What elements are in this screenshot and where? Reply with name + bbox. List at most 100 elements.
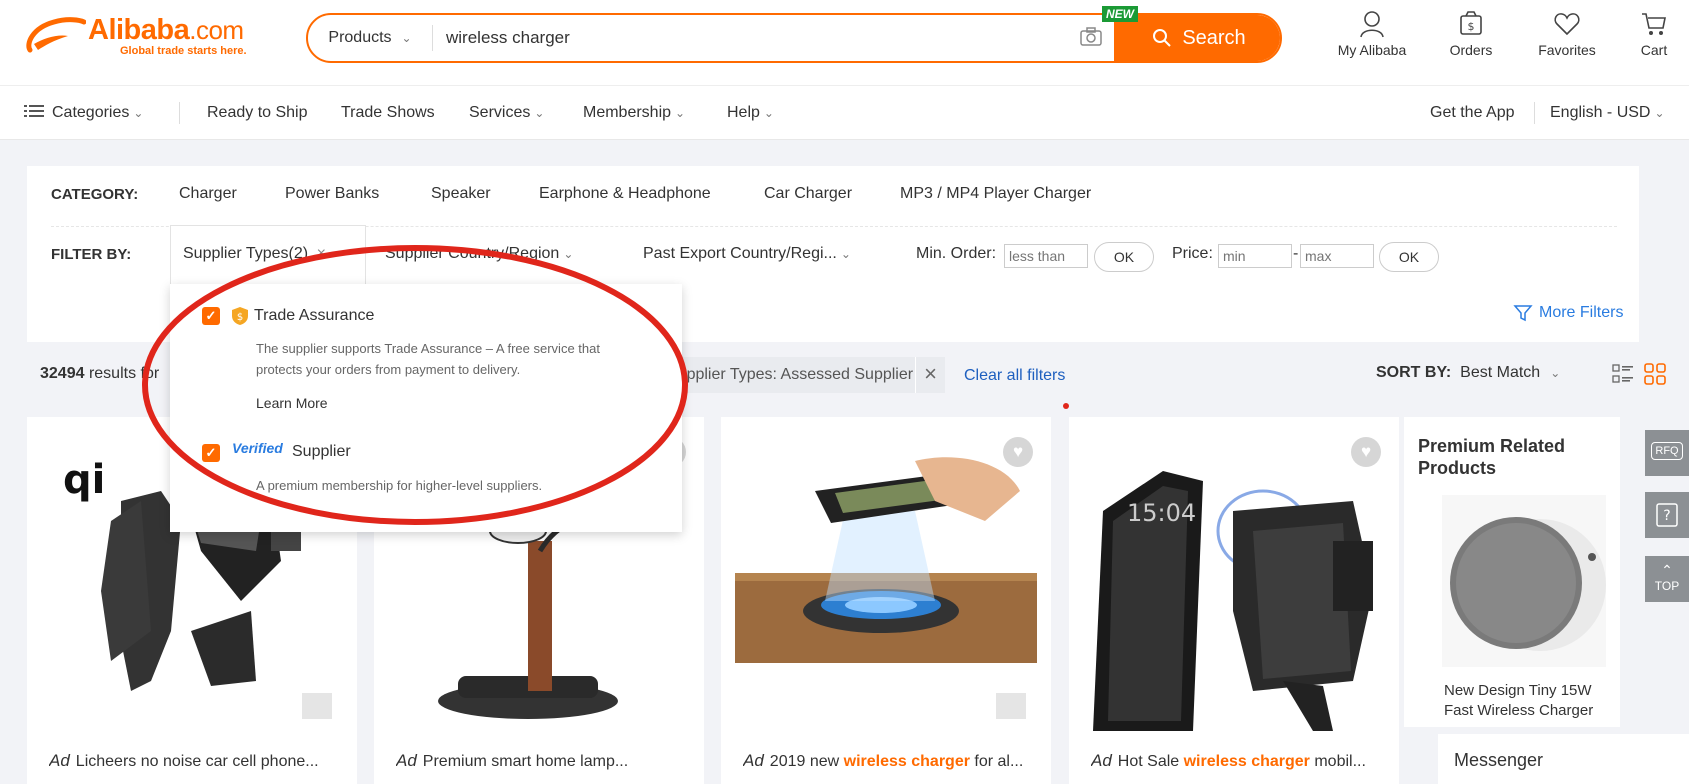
video-icon (302, 693, 332, 719)
nav-services-label: Services (469, 104, 531, 121)
premium-product-name[interactable]: New Design Tiny 15W Fast Wireless Charge… (1444, 681, 1624, 721)
svg-text:15:04: 15:04 (1127, 499, 1196, 527)
grid-view-icon[interactable] (1644, 363, 1666, 385)
orders-link[interactable]: $ Orders (1431, 10, 1511, 58)
category-car-charger[interactable]: Car Charger (764, 185, 852, 203)
camera-icon[interactable] (1080, 27, 1102, 47)
header: Alibaba.com Global trade starts here. Pr… (0, 0, 1689, 86)
logo-tagline: Global trade starts here. (120, 45, 247, 57)
learn-more-link[interactable]: Learn More (256, 395, 328, 411)
product-title[interactable]: Ad 2019 new wireless charger for al... (743, 751, 1043, 771)
language-currency-select[interactable]: English - USD ⌄ (1550, 104, 1665, 122)
category-label: CATEGORY: (51, 186, 139, 203)
verified-supplier-description: A premium membership for higher-level su… (256, 478, 543, 493)
messenger-panel[interactable]: Messenger (1438, 734, 1689, 784)
nav-help-label: Help (727, 104, 760, 121)
language-currency-label: English - USD (1550, 104, 1651, 121)
product-title[interactable]: Ad Premium smart home lamp... (396, 751, 696, 771)
min-order-label: Min. Order: (916, 245, 997, 262)
back-to-top-label: TOP (1654, 579, 1680, 593)
nav-help[interactable]: Help ⌄ (727, 104, 774, 122)
more-filters-link[interactable]: More Filters (1513, 303, 1623, 323)
category-charger[interactable]: Charger (179, 185, 237, 203)
product-card[interactable]: 15:04 ♥ Ad Hot Sale wireless charger mobi… (1069, 417, 1399, 784)
clear-all-filters-link[interactable]: Clear all filters (964, 367, 1065, 385)
trade-assurance-shield-icon: $ (232, 307, 248, 325)
get-the-app-link[interactable]: Get the App (1430, 104, 1515, 122)
verified-logo: Verified (232, 440, 283, 456)
favorite-heart-icon[interactable]: ♥ (1003, 437, 1033, 467)
help-tool[interactable]: ? (1645, 492, 1689, 538)
favorite-heart-icon[interactable]: ♥ (1351, 437, 1381, 467)
sort-by-select[interactable]: SORT BY: Best Match ⌄ (1376, 364, 1560, 382)
heart-icon (1554, 13, 1580, 36)
chevron-down-icon: ⌄ (563, 247, 574, 261)
search-category-label: Products (328, 29, 392, 46)
price-max-input[interactable] (1300, 244, 1374, 268)
premium-product-image[interactable] (1442, 495, 1606, 667)
close-icon[interactable]: × (317, 245, 326, 262)
search-button[interactable]: Search (1114, 15, 1280, 61)
alibaba-logo-mark-icon (26, 17, 86, 53)
svg-text:?: ? (1663, 508, 1670, 524)
category-mp3-mp4-charger[interactable]: MP3 / MP4 Player Charger (900, 185, 1091, 203)
product-title[interactable]: Ad Hot Sale wireless charger mobil... (1091, 751, 1391, 771)
back-to-top-tool[interactable]: ⌃ TOP (1645, 556, 1689, 602)
nav-membership-label: Membership (583, 104, 672, 121)
price-ok-button[interactable]: OK (1379, 242, 1439, 272)
chevron-down-icon: ⌄ (1654, 106, 1665, 120)
min-order-ok-button[interactable]: OK (1094, 242, 1154, 272)
nav-categories[interactable]: Categories ⌄ (24, 104, 143, 122)
min-order-input[interactable] (1004, 244, 1088, 268)
product-image-desk-wireless-charger (735, 457, 1037, 663)
nav-ready-to-ship[interactable]: Ready to Ship (207, 104, 308, 122)
cart-label: Cart (1640, 42, 1668, 58)
nav-trade-shows[interactable]: Trade Shows (341, 104, 435, 122)
question-icon: ? (1656, 503, 1678, 527)
rfq-tool[interactable]: RFQ (1645, 430, 1689, 476)
results-count: 32494 results for (40, 365, 160, 382)
nav-membership[interactable]: Membership ⌄ (583, 104, 685, 122)
red-dot-marker (1063, 403, 1069, 409)
supplier-country-filter[interactable]: Supplier Country/Region ⌄ (385, 245, 573, 263)
search-icon (1153, 29, 1172, 47)
product-card[interactable]: ♥ Ad 2019 new wireless charger for al... (721, 417, 1051, 784)
svg-text:$: $ (237, 312, 243, 323)
trade-assurance-checkbox[interactable]: ✓ (202, 307, 220, 325)
funnel-icon (1513, 305, 1533, 322)
favorites-link[interactable]: Favorites (1527, 10, 1607, 58)
more-filters-label: More Filters (1539, 304, 1624, 321)
verified-supplier-checkbox[interactable]: ✓ (202, 444, 220, 462)
logo-wordmark: Alibaba.com (88, 14, 244, 46)
premium-related-products: Premium Related Products New Design Tiny… (1404, 417, 1620, 727)
cart-link[interactable]: Cart (1614, 10, 1689, 58)
chevron-down-icon: ⌄ (534, 106, 545, 120)
close-icon[interactable]: × (915, 357, 945, 393)
cart-icon (1642, 13, 1666, 35)
sort-by-label: SORT BY: (1376, 364, 1452, 381)
category-earphone-headphone[interactable]: Earphone & Headphone (539, 185, 711, 203)
price-dash: - (1293, 245, 1299, 262)
category-power-banks[interactable]: Power Banks (285, 185, 379, 203)
rfq-icon: RFQ (1651, 442, 1683, 460)
past-export-filter[interactable]: Past Export Country/Regi... ⌄ (643, 245, 851, 263)
nav-divider (1534, 102, 1535, 124)
nav-services[interactable]: Services ⌄ (469, 104, 544, 122)
supplier-types-dropdown: ✓ $ Trade Assurance The supplier support… (170, 284, 682, 532)
chevron-down-icon: ⌄ (763, 106, 774, 120)
svg-text:$: $ (1468, 20, 1475, 33)
category-speaker[interactable]: Speaker (431, 185, 491, 203)
list-view-icon[interactable] (1612, 363, 1634, 385)
product-title[interactable]: Ad Licheers no noise car cell phone... (49, 751, 349, 771)
past-export-label: Past Export Country/Regi... (643, 245, 837, 262)
alibaba-logo[interactable]: Alibaba.com Global trade starts here. (24, 12, 274, 57)
search-category-select[interactable]: Products ⌄ (308, 15, 432, 61)
video-icon (996, 693, 1026, 719)
my-alibaba-link[interactable]: My Alibaba (1332, 10, 1412, 58)
chevron-up-icon: ⌃ (1661, 562, 1673, 578)
nav-divider (179, 102, 180, 124)
supplier-types-label: Supplier Types(2) (183, 245, 309, 262)
supplier-types-filter[interactable]: Supplier Types(2) × (170, 225, 366, 285)
trade-assurance-description: The supplier supports Trade Assurance – … (256, 341, 600, 377)
price-min-input[interactable] (1218, 244, 1292, 268)
